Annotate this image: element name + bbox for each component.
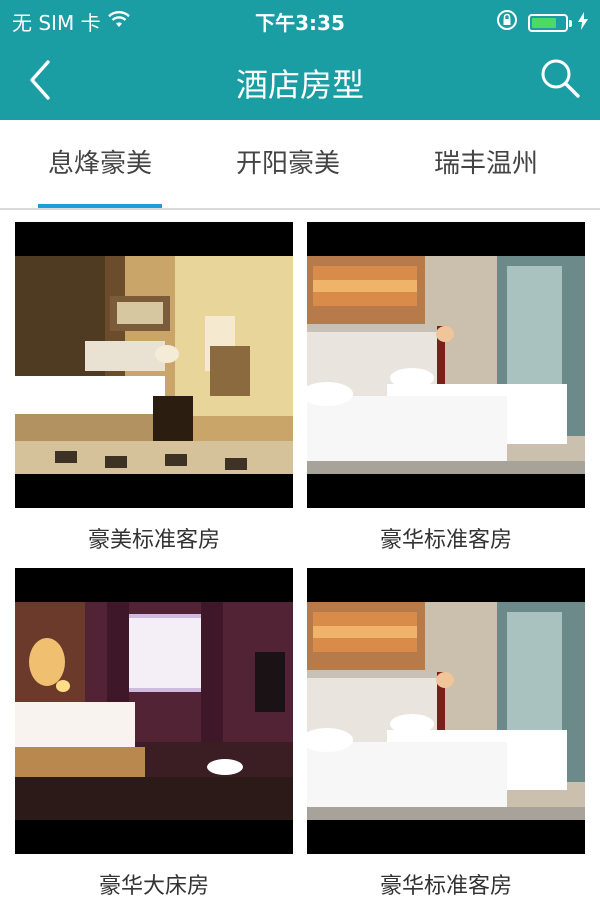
room-card[interactable]: 豪美标准客房 [15,222,293,554]
active-tab-indicator [38,204,162,208]
status-right [496,9,588,36]
rotation-lock-icon [496,9,518,36]
room-grid: 豪美标准客房 豪华标准客房 豪华大床房 豪华标准客房 [0,212,600,900]
nav-bar: 酒店房型 [0,40,600,120]
room-name: 豪华标准客房 [379,874,512,899]
room-photo-image [307,256,585,474]
page-title: 酒店房型 [235,66,364,104]
status-bar: 无 SIM 卡 下午3:35 [0,0,600,40]
room-photo-image [15,256,293,474]
room-thumbnail [307,222,585,508]
room-photo-image [15,602,293,820]
tab-hotel-1[interactable]: 息烽豪美 [0,120,200,208]
tab-label: 息烽豪美 [47,149,152,179]
tab-label: 开阳豪美 [235,149,340,179]
battery-level [532,17,556,28]
app-header: 无 SIM 卡 下午3:35 酒店房型 [0,0,600,120]
room-thumbnail [15,568,293,854]
hotel-tabs: 息烽豪美 开阳豪美 瑞丰温州 [0,120,600,210]
tab-hotel-3[interactable]: 瑞丰温州 [386,120,586,208]
room-name: 豪华大床房 [98,874,209,899]
room-thumbnail [15,222,293,508]
room-thumbnail [307,568,585,854]
tab-label: 瑞丰温州 [433,149,538,179]
search-icon [541,59,580,98]
search-button[interactable] [536,54,584,102]
room-photo-image [307,602,585,820]
room-card[interactable]: 豪华标准客房 [307,222,585,554]
room-name: 豪美标准客房 [87,528,220,553]
room-card[interactable]: 豪华标准客房 [307,568,585,900]
tab-hotel-2[interactable]: 开阳豪美 [188,120,388,208]
battery-tip [569,19,572,27]
room-card[interactable]: 豪华大床房 [15,568,293,900]
charging-icon [578,11,588,35]
room-name: 豪华标准客房 [379,528,512,553]
battery-icon [528,13,572,32]
